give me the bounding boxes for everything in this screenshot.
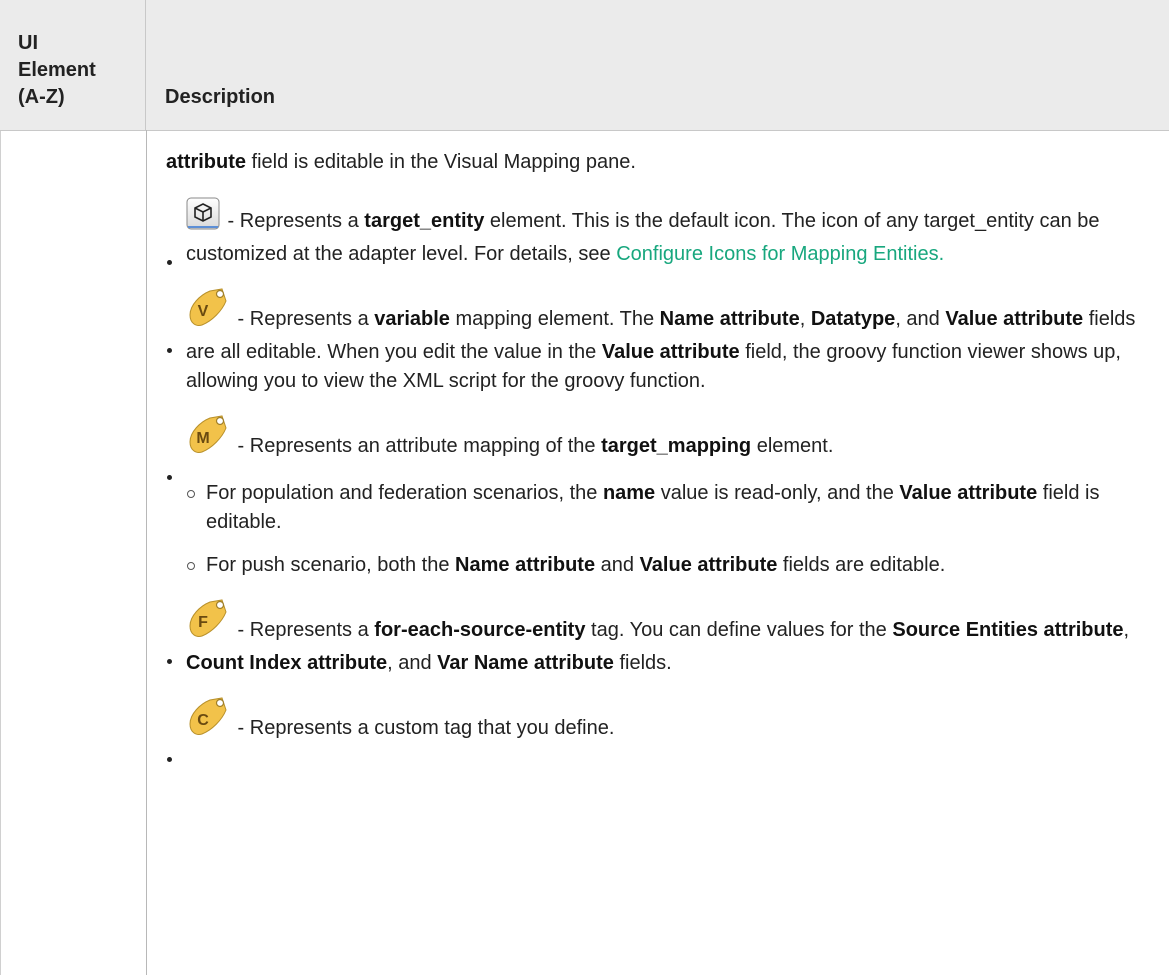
intro-text: attribute field is editable in the Visua… bbox=[166, 151, 636, 173]
header-ui-element-label: UI Element (A-Z) bbox=[18, 32, 96, 108]
column-divider bbox=[146, 130, 147, 975]
header-cell-ui-element: UI Element (A-Z) bbox=[0, 0, 146, 130]
header-description-label: Description bbox=[165, 86, 276, 108]
list-item-target-mapping: M - Represents an attribute mapping of t… bbox=[166, 412, 1156, 580]
list-item-target-entity: - Represents a target_entity element. Th… bbox=[166, 197, 1156, 269]
list-item-custom-tag: C - Represents a custom tag that you def… bbox=[166, 694, 1156, 762]
svg-text:V: V bbox=[198, 303, 209, 320]
ui-element-table: UI Element (A-Z) Description attribute f… bbox=[0, 0, 1169, 975]
sub-list: For population and federation scenarios,… bbox=[186, 479, 1156, 580]
m-tag-icon: M bbox=[186, 412, 230, 465]
icon-list: - Represents a target_entity element. Th… bbox=[166, 197, 1156, 762]
cube-icon bbox=[186, 197, 220, 240]
svg-text:M: M bbox=[196, 430, 209, 447]
c-tag-icon: C bbox=[186, 694, 230, 747]
configure-icons-link[interactable]: Configure Icons for Mapping Entities. bbox=[616, 243, 944, 265]
table-left-border bbox=[0, 0, 1, 975]
sub-item-push: For push scenario, both the Name attribu… bbox=[186, 551, 1156, 580]
list-item-for-each: F - Represents a for-each-source-entity … bbox=[166, 596, 1156, 678]
sub-item-population: For population and federation scenarios,… bbox=[186, 479, 1156, 537]
v-tag-icon: V bbox=[186, 285, 230, 338]
table-header-row: UI Element (A-Z) Description bbox=[0, 0, 1169, 131]
svg-text:C: C bbox=[197, 712, 209, 729]
list-item-variable: V - Represents a variable mapping elemen… bbox=[166, 285, 1156, 396]
description-cell: attribute field is editable in the Visua… bbox=[166, 148, 1156, 763]
svg-text:F: F bbox=[198, 614, 208, 631]
f-tag-icon: F bbox=[186, 596, 230, 649]
header-cell-description: Description bbox=[147, 0, 1169, 130]
